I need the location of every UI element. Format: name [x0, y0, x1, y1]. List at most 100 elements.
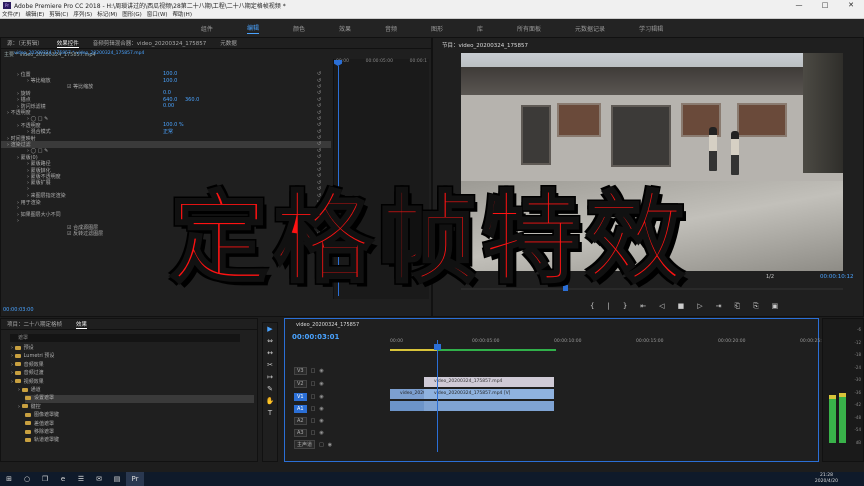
program-monitor-title[interactable]: 节目：video_20200324_175857	[442, 41, 528, 49]
menu-help[interactable]: 帮助(H)	[173, 10, 192, 18]
track-target-toggle[interactable]: A1	[294, 404, 307, 413]
taskbar-clock[interactable]: 21:28 2020/4/20	[815, 472, 838, 485]
transport-button-6[interactable]: ▷	[697, 302, 702, 311]
effects-tree-item[interactable]: 轨道遮罩键	[25, 437, 254, 445]
tab-effect-controls[interactable]: 效果控件	[56, 39, 79, 48]
eye-icon[interactable]: ◉	[328, 442, 332, 448]
tab-source[interactable]: 源：（无剪辑）	[7, 39, 43, 47]
timeline-timecode[interactable]: 00:00:03:01	[292, 333, 339, 341]
program-resolution-dropdown[interactable]: 1/2	[766, 274, 774, 280]
sequence-clip-label[interactable]: video_20200324_175857 * video_20200324_1…	[4, 49, 144, 59]
track-header-a3[interactable]: A3 □ ◉	[288, 427, 388, 438]
lock-icon[interactable]: □	[311, 381, 316, 387]
lock-icon[interactable]: □	[311, 394, 316, 400]
reset-property-icon[interactable]: ↺	[317, 122, 321, 128]
effect-property-value2[interactable]: 360.0	[185, 97, 199, 103]
eye-icon[interactable]: ◉	[319, 406, 323, 412]
timeline-clip-v2[interactable]: video_20200324_175857.mp4	[424, 377, 554, 387]
tool-button-1[interactable]: ⇔	[263, 335, 277, 347]
lock-icon[interactable]: □	[311, 406, 316, 412]
transport-button-0[interactable]: {	[590, 302, 594, 311]
effects-tree-item[interactable]: 移除遮罩	[25, 429, 254, 437]
track-header-a2[interactable]: A2 □ ◉	[288, 415, 388, 426]
transport-button-9[interactable]: ⎘	[753, 302, 759, 311]
tab-audio-mixer[interactable]: 音频剪辑混合器：video_20200324_175857	[93, 39, 207, 47]
menu-window[interactable]: 窗口(W)	[147, 10, 168, 18]
effect-property-value[interactable]: 100.0	[163, 71, 177, 77]
effects-tree-item[interactable]: 差值遮罩	[25, 421, 254, 429]
effects-tree-item[interactable]: 设置遮罩	[25, 395, 254, 404]
track-header-v2[interactable]: V2 □ ◉	[288, 378, 388, 389]
tool-button-0[interactable]: ▶	[263, 323, 277, 335]
timeline-ruler[interactable]: 00:00 00:00:05:00 00:00:10:00 00:00:15:00 00…	[390, 333, 827, 349]
lock-icon[interactable]: □	[311, 430, 316, 436]
track-target-toggle[interactable]: A3	[294, 428, 307, 437]
reset-property-icon[interactable]: ↺	[317, 78, 321, 84]
reset-property-icon[interactable]: ↺	[317, 135, 321, 141]
tool-button-7[interactable]: T	[263, 407, 277, 419]
eye-icon[interactable]: ◉	[319, 381, 323, 387]
lock-icon[interactable]: □	[311, 418, 316, 424]
transport-button-10[interactable]: ▣	[772, 302, 779, 311]
track-target-toggle[interactable]: V3	[294, 366, 307, 375]
effects-tree-item[interactable]: › 视频效果	[11, 379, 254, 387]
reset-property-icon[interactable]: ↺	[317, 97, 321, 103]
lock-icon[interactable]: □	[319, 442, 324, 448]
minimize-button[interactable]: —	[786, 0, 812, 10]
reset-property-icon[interactable]: ↺	[317, 116, 321, 122]
transport-button-8[interactable]: ⎗	[734, 302, 740, 311]
tab-project[interactable]: 项目：二十八期定格帧	[7, 320, 62, 328]
track-header-a1[interactable]: A1 □ ◉	[288, 403, 388, 414]
reset-property-icon[interactable]: ↺	[317, 103, 321, 109]
timeline-clip-a1[interactable]	[390, 401, 424, 411]
track-header-v1[interactable]: V1 □ ◉	[288, 391, 388, 402]
effects-tree-item[interactable]: › 键控	[18, 404, 254, 412]
taskbar-icon-4[interactable]: ☰	[72, 472, 90, 486]
lock-icon[interactable]: □	[311, 368, 316, 374]
transport-button-2[interactable]: }	[623, 302, 627, 311]
workspace-tab-8[interactable]: 元数据记录	[575, 24, 605, 33]
track-header-v3[interactable]: V3 □ ◉	[288, 365, 388, 376]
reset-property-icon[interactable]: ↺	[317, 148, 321, 154]
eye-icon[interactable]: ◉	[319, 394, 323, 400]
tool-button-2[interactable]: ↔	[263, 347, 277, 359]
effect-property-value[interactable]: 640.0	[163, 97, 177, 103]
timeline-sequence-tab[interactable]: video_20200324_175857	[296, 322, 359, 328]
maximize-button[interactable]: □	[812, 0, 838, 10]
reset-property-icon[interactable]: ↺	[317, 141, 321, 147]
reset-property-icon[interactable]: ↺	[317, 110, 321, 116]
effect-property-value[interactable]: 0.0	[163, 90, 171, 96]
track-target-toggle[interactable]: V2	[294, 379, 307, 388]
effects-tree-item[interactable]: › 预设	[11, 345, 254, 353]
workspace-tab-9[interactable]: 学习辑辑	[639, 24, 663, 33]
workspace-tab-2[interactable]: 颜色	[293, 24, 305, 33]
transport-button-5[interactable]: ■	[678, 302, 685, 311]
taskbar-icon-1[interactable]: ○	[18, 472, 36, 486]
workspace-tab-7[interactable]: 所有面板	[517, 24, 541, 33]
effect-property-value[interactable]: 100.0	[163, 78, 177, 84]
eye-icon[interactable]: ◉	[319, 430, 323, 436]
eye-icon[interactable]: ◉	[319, 368, 323, 374]
workspace-tab-3[interactable]: 效果	[339, 24, 351, 33]
transport-button-4[interactable]: ◁	[659, 302, 664, 311]
workspace-tab-5[interactable]: 图形	[431, 24, 443, 33]
eye-icon[interactable]: ◉	[319, 418, 323, 424]
track-target-toggle[interactable]: A2	[294, 416, 307, 425]
tool-button-6[interactable]: ✋	[263, 395, 277, 407]
workspace-tab-0[interactable]: 组件	[201, 24, 213, 33]
menu-graphics[interactable]: 图形(G)	[122, 10, 142, 18]
reset-property-icon[interactable]: ↺	[317, 129, 321, 135]
tool-button-3[interactable]: ✂	[263, 359, 277, 371]
effects-tree-item[interactable]: › 音频效果	[11, 362, 254, 370]
track-header-主声道[interactable]: 主声道 □ ◉	[288, 439, 388, 450]
menu-edit[interactable]: 编辑(E)	[25, 10, 44, 18]
workspace-tab-4[interactable]: 音频	[385, 24, 397, 33]
track-target-toggle[interactable]: 主声道	[294, 440, 316, 449]
tab-effects[interactable]: 效果	[76, 320, 88, 329]
taskbar-icon-6[interactable]: ▤	[108, 472, 126, 486]
timeline-clip-a1[interactable]	[424, 401, 554, 411]
effects-tree-item[interactable]: › Lumetri 预设	[11, 353, 254, 361]
menu-sequence[interactable]: 序列(S)	[73, 10, 92, 18]
workspace-tab-6[interactable]: 库	[477, 24, 483, 33]
tool-button-5[interactable]: ✎	[263, 383, 277, 395]
